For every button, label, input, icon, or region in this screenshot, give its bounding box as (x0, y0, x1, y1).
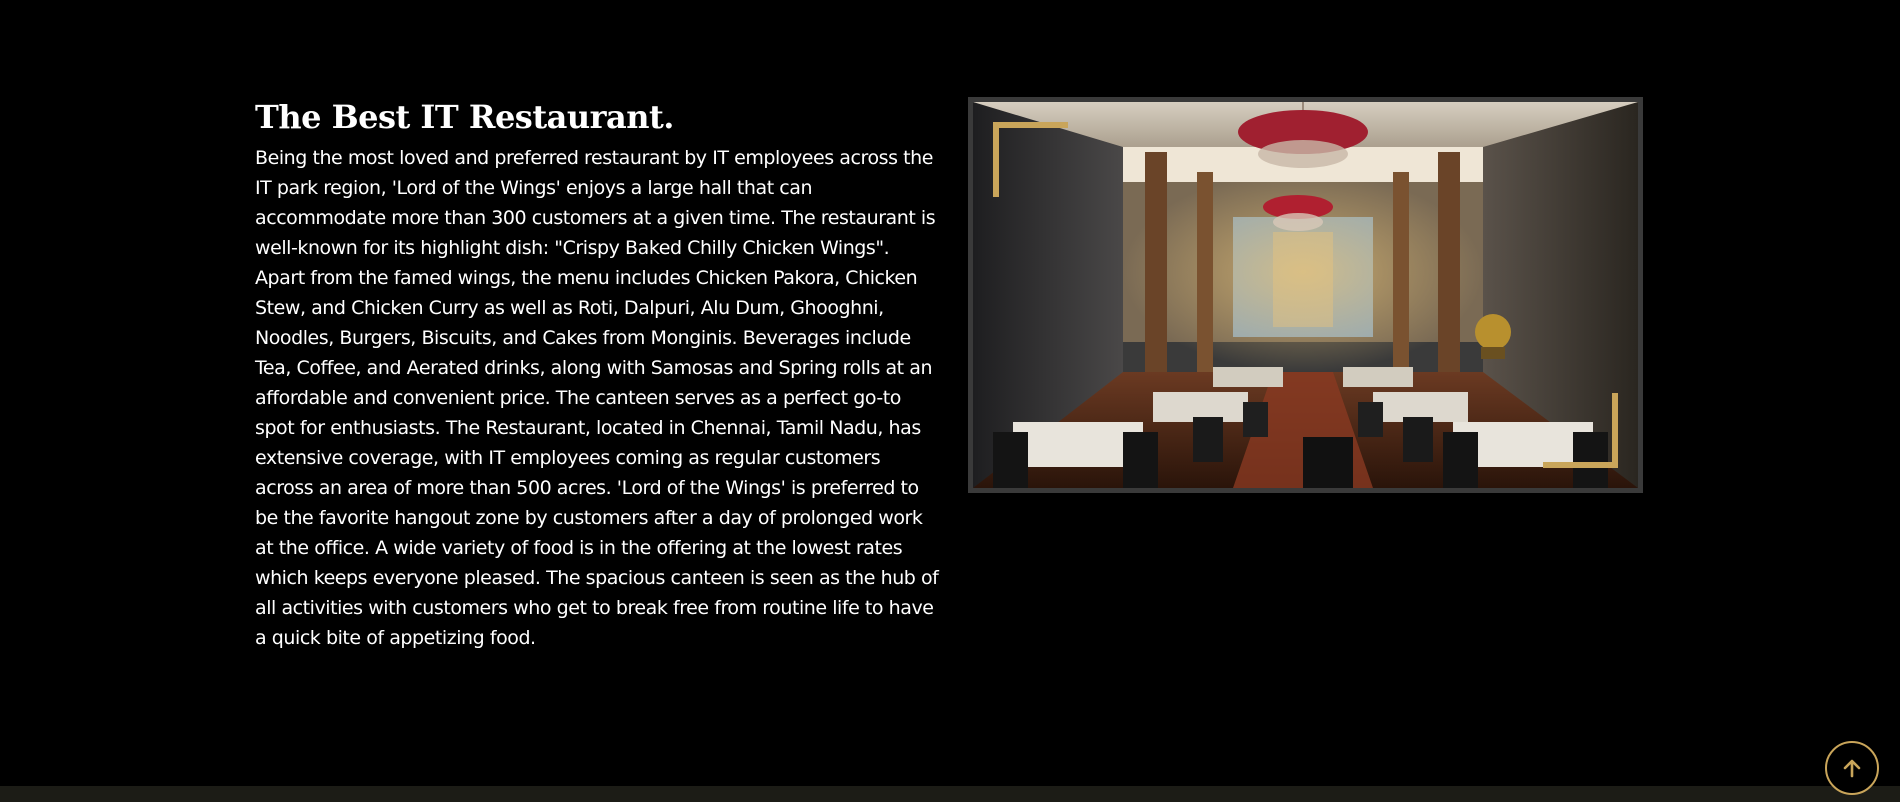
footer-strip (0, 786, 1900, 802)
gold-corner-accent-top-left (993, 122, 1068, 197)
gold-corner-accent-bottom-right (1543, 393, 1618, 468)
back-to-top-button[interactable] (1825, 741, 1879, 795)
restaurant-image-frame (968, 97, 1643, 493)
about-description: Being the most loved and preferred resta… (255, 147, 939, 649)
arrow-up-icon (1843, 759, 1861, 778)
about-title: The Best IT Restaurant. (255, 98, 674, 136)
about-section: The Best IT Restaurant. Being the most l… (0, 0, 1900, 786)
about-text-column: The Best IT Restaurant. Being the most l… (255, 97, 940, 653)
restaurant-interior-image (973, 102, 1638, 488)
